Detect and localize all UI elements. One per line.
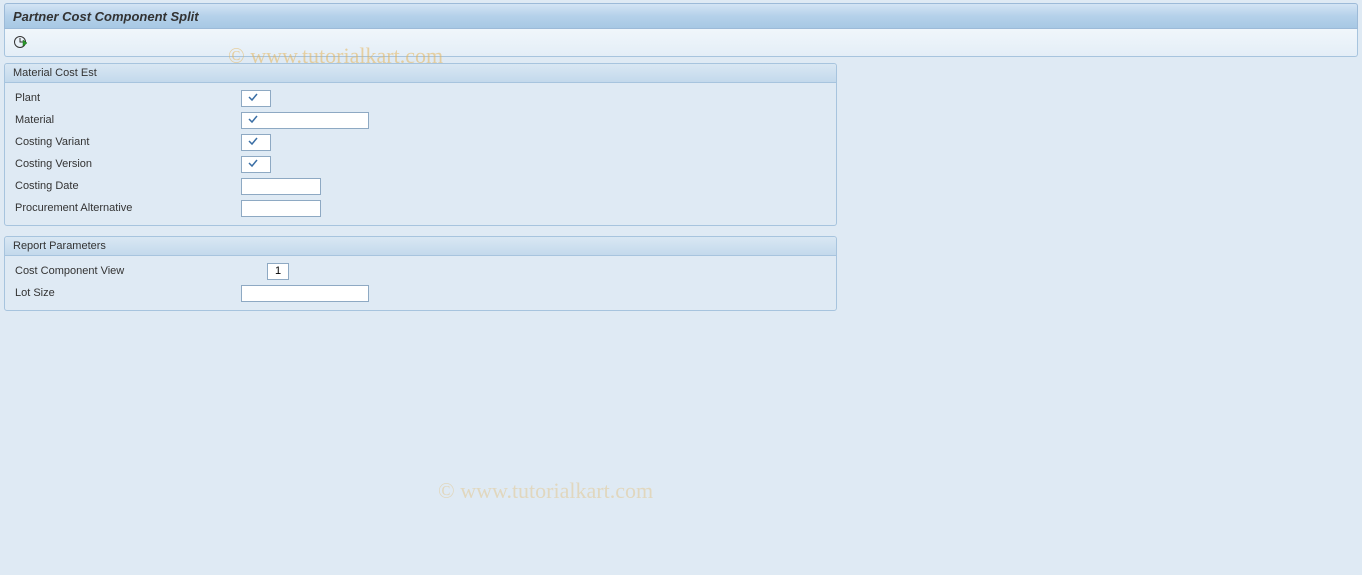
row-costing-version: Costing Version	[13, 153, 828, 175]
input-costing-version[interactable]	[241, 156, 271, 173]
row-plant: Plant	[13, 87, 828, 109]
input-plant[interactable]	[241, 90, 271, 107]
group-body-material: Plant Material	[5, 83, 836, 225]
label-material: Material	[13, 114, 241, 126]
label-procurement-alternative: Procurement Alternative	[13, 202, 241, 214]
label-cost-component-view: Cost Component View	[13, 265, 241, 277]
toolbar	[4, 29, 1358, 57]
label-costing-date: Costing Date	[13, 180, 241, 192]
input-procurement-alternative[interactable]	[241, 200, 321, 217]
title-bar: Partner Cost Component Split	[4, 3, 1358, 29]
group-material-cost-est: Material Cost Est Plant Material	[4, 63, 837, 226]
row-costing-variant: Costing Variant	[13, 131, 828, 153]
group-header-report: Report Parameters	[5, 237, 836, 256]
content-area: Material Cost Est Plant Material	[0, 63, 1362, 311]
input-cost-component-view[interactable]	[267, 263, 289, 280]
input-costing-variant[interactable]	[241, 134, 271, 151]
group-body-report: Cost Component View Lot Size	[5, 256, 836, 310]
execute-icon[interactable]	[11, 34, 29, 52]
label-costing-variant: Costing Variant	[13, 136, 241, 148]
label-lot-size: Lot Size	[13, 287, 241, 299]
row-lot-size: Lot Size	[13, 282, 828, 304]
group-header-material: Material Cost Est	[5, 64, 836, 83]
input-material[interactable]	[241, 112, 369, 129]
watermark-text: © www.tutorialkart.com	[438, 478, 653, 504]
page-title: Partner Cost Component Split	[13, 9, 199, 24]
group-report-parameters: Report Parameters Cost Component View Lo…	[4, 236, 837, 311]
input-lot-size[interactable]	[241, 285, 369, 302]
label-costing-version: Costing Version	[13, 158, 241, 170]
row-procurement-alternative: Procurement Alternative	[13, 197, 828, 219]
input-costing-date[interactable]	[241, 178, 321, 195]
row-costing-date: Costing Date	[13, 175, 828, 197]
label-plant: Plant	[13, 92, 241, 104]
row-material: Material	[13, 109, 828, 131]
row-cost-component-view: Cost Component View	[13, 260, 828, 282]
